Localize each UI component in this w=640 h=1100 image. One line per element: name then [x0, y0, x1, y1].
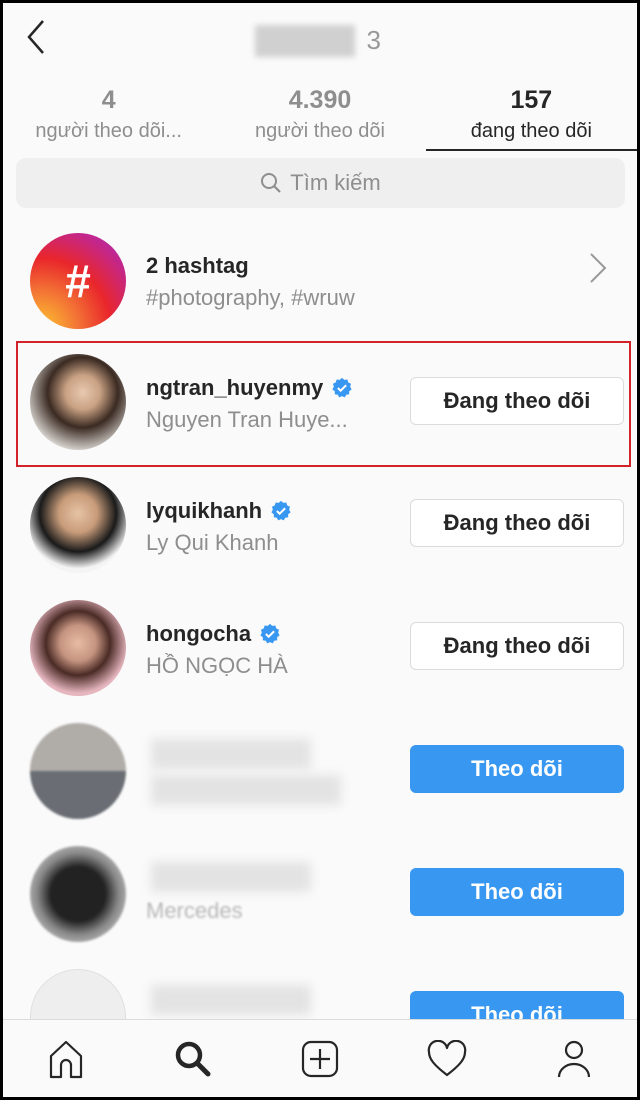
account-row[interactable]: hongocha HỒ NGỌC HÀ Đang theo dõi [3, 590, 637, 700]
tab-count: 157 [510, 86, 553, 114]
avatar [30, 846, 126, 942]
hashtag-icon: # [30, 233, 126, 329]
hashtags-subtitle: #photography, #wruw [146, 285, 355, 310]
chevron-left-icon [27, 20, 44, 54]
verified-badge-icon [271, 500, 291, 521]
tab-label: người theo dõi [255, 120, 385, 142]
hashtags-title: 2 hashtag [146, 253, 249, 278]
nav-activity[interactable] [417, 1029, 477, 1089]
top-bar: 3 [3, 3, 637, 73]
search-placeholder: Tìm kiếm [290, 170, 381, 195]
following-button[interactable]: Đang theo dõi [410, 499, 624, 547]
follow-button[interactable]: Theo dõi [410, 868, 624, 916]
following-button[interactable]: Đang theo dõi [410, 622, 624, 670]
phone-screen: 3 4 người theo dõi... 4.390 người theo d… [3, 3, 637, 1097]
nav-new-post[interactable] [290, 1029, 350, 1089]
tab-label: người theo dõi... [35, 120, 182, 142]
verified-badge-icon [260, 623, 280, 644]
plus-square-icon [301, 1040, 339, 1077]
search-icon [261, 173, 282, 193]
person-icon [557, 1040, 590, 1077]
nav-profile[interactable] [544, 1029, 604, 1089]
full-name: Ly Qui Khanh [146, 530, 279, 555]
tab-label: đang theo dõi [470, 120, 592, 142]
account-row[interactable]: lyquikhanh Ly Qui Khanh Đang theo dõi [3, 467, 637, 577]
bottom-nav [3, 1019, 637, 1097]
username-text: lyquikhanh [146, 498, 263, 523]
account-row[interactable]: ngtran_huyenmy Nguyen Tran Huye... Đang … [3, 343, 637, 453]
redacted-username [151, 985, 311, 1015]
tab-count: 4.390 [288, 86, 352, 114]
avatar [30, 477, 126, 573]
redacted-full-name [151, 775, 341, 805]
username: ngtran_huyenmy [146, 375, 353, 401]
username: lyquikhanh [146, 498, 292, 524]
back-button[interactable] [21, 17, 51, 57]
nav-home[interactable] [36, 1029, 96, 1089]
avatar [30, 723, 126, 819]
avatar [30, 600, 126, 696]
nav-search[interactable] [163, 1029, 223, 1089]
avatar [30, 354, 126, 450]
search-icon [175, 1041, 211, 1076]
tab-followers-mutual[interactable]: 4 người theo dõi... [3, 83, 214, 151]
account-row[interactable]: Theo dõi [3, 713, 637, 823]
tab-count: 4 [101, 86, 116, 114]
full-name: Mercedes [146, 898, 243, 923]
title-suffix: 3 [366, 25, 381, 55]
username-text: hongocha [146, 621, 252, 646]
username: hongocha [146, 621, 281, 647]
tab-followers[interactable]: 4.390 người theo dõi [214, 83, 425, 151]
redacted-title-mask [255, 25, 355, 57]
follow-button[interactable]: Theo dõi [410, 745, 624, 793]
account-row[interactable]: Mercedes Theo dõi [3, 836, 637, 946]
verified-badge-icon [332, 377, 352, 398]
following-button[interactable]: Đang theo dõi [410, 377, 624, 425]
redacted-username [151, 739, 311, 769]
full-name: Nguyen Tran Huye... [146, 407, 348, 432]
home-icon [50, 1040, 83, 1078]
heart-icon [427, 1039, 467, 1076]
chevron-right-icon[interactable] [587, 251, 609, 285]
search-input[interactable]: Tìm kiếm [16, 158, 625, 208]
username-text: ngtran_huyenmy [146, 375, 324, 400]
tab-following[interactable]: 157 đang theo dõi [425, 83, 637, 151]
follow-tabs: 4 người theo dõi... 4.390 người theo dõi… [3, 83, 637, 151]
profile-title: 3 [255, 25, 385, 57]
full-name: HỒ NGỌC HÀ [146, 653, 288, 678]
redacted-username [151, 862, 311, 892]
hashtags-row[interactable]: # 2 hashtag #photography, #wruw [3, 215, 637, 329]
